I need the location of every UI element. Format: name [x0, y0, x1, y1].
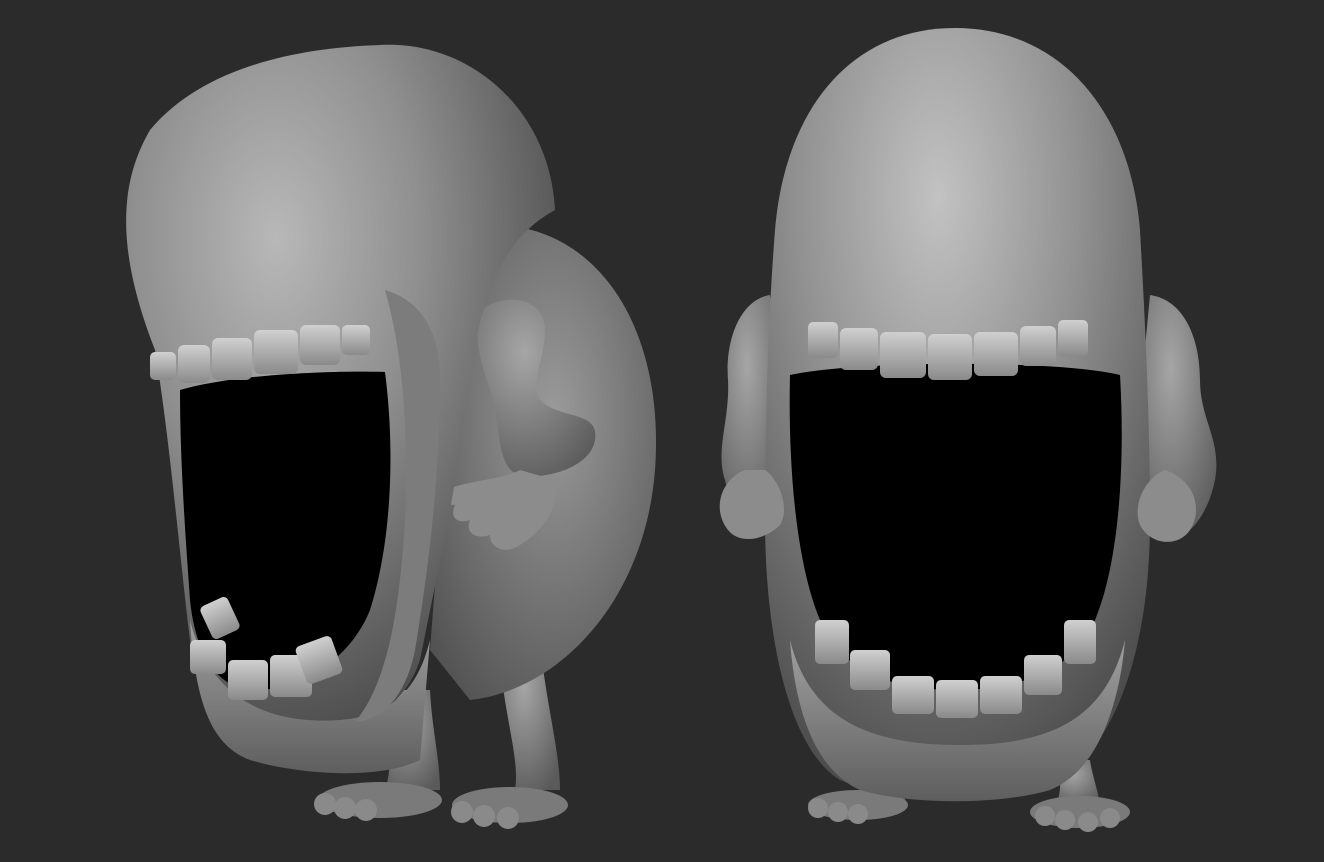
sculpt-viewport: [0, 0, 1324, 862]
creature-front: [719, 28, 1217, 832]
sculpt-render: [126, 28, 1217, 832]
creature-three-quarter: [126, 44, 657, 829]
